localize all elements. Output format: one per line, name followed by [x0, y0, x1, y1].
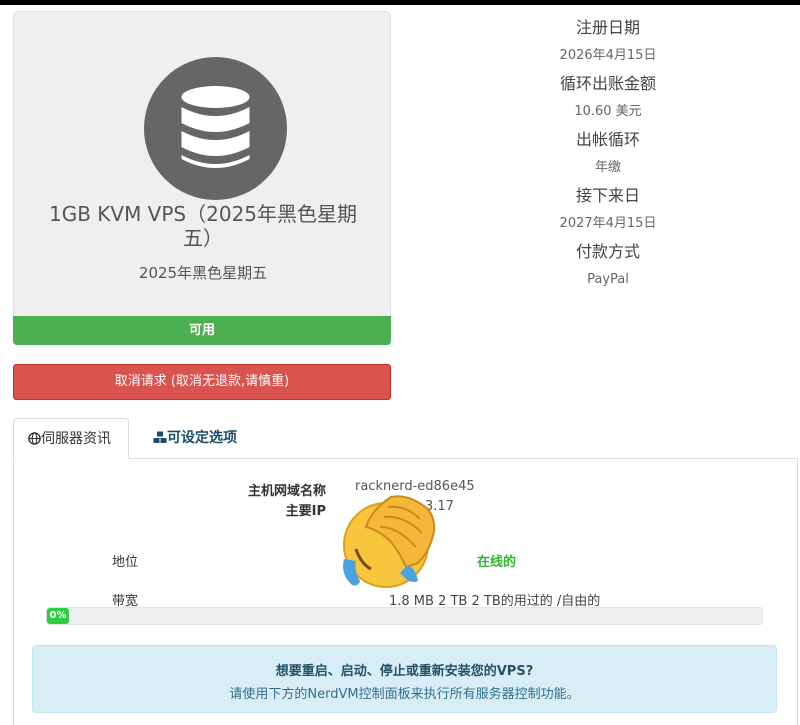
- tab-server-info[interactable]: 伺服器资讯: [13, 418, 129, 459]
- tab-configurable-options[interactable]: 可设定选项: [139, 418, 251, 459]
- hostname-label: 主机网域名称: [247, 484, 326, 499]
- bandwidth-progress-bar: 0%: [46, 607, 763, 625]
- bandwidth-progress-fill: 0%: [47, 608, 69, 624]
- product-group: 2025年黑色星期五: [138, 264, 268, 282]
- cancel-request-button[interactable]: 取消请求 (取消无退款,请慎重): [13, 364, 391, 400]
- billing-cycle-value: 年缴: [594, 160, 621, 175]
- alert-text: 请使用下方的NerdVM控制面板来执行所有服务器控制功能。: [229, 687, 580, 702]
- tab-configurable-options-label: 可设定选项: [167, 430, 237, 446]
- status-label: 地位: [112, 555, 139, 570]
- tab-bar: 伺服器资讯 可设定选项: [13, 418, 800, 459]
- product-name: 1GB KVM VPS（2025年黑色星期五）: [48, 202, 358, 250]
- registration-date-value: 2026年4月15日: [559, 48, 657, 63]
- globe-icon: [28, 432, 41, 445]
- face-palm-emoji: [343, 495, 436, 588]
- payment-method-value: PayPal: [587, 272, 629, 287]
- top-bar: [0, 0, 800, 5]
- product-card: 1GB KVM VPS（2025年黑色星期五） 2025年黑色星期五: [13, 11, 391, 317]
- next-due-date-label: 接下来日: [575, 186, 640, 205]
- server-status-value: 在线的: [477, 555, 517, 570]
- database-icon: [144, 57, 287, 200]
- tab-server-info-label: 伺服器资讯: [41, 431, 111, 447]
- registration-date-label: 注册日期: [575, 18, 640, 37]
- payment-method-label: 付款方式: [575, 242, 640, 261]
- recurring-amount-label: 循环出账金额: [559, 74, 656, 93]
- primary-ip-label: 主要IP: [285, 504, 326, 519]
- recurring-amount-value: 10.60 美元: [574, 104, 642, 119]
- billing-cycle-label: 出帐循环: [575, 130, 640, 149]
- alert-title: 想要重启、启动、停止或重新安装您的VPS?: [275, 664, 534, 679]
- status-badge: 可用: [13, 316, 391, 345]
- next-due-date-value: 2027年4月15日: [559, 216, 657, 231]
- billing-info-panel: 注册日期 2026年4月15日 循环出账金额 10.60 美元 出帐循环 年缴 …: [508, 14, 708, 294]
- cubes-icon: [153, 431, 167, 443]
- control-panel-alert: 想要重启、启动、停止或重新安装您的VPS? 请使用下方的NerdVM控制面板来执…: [32, 645, 777, 713]
